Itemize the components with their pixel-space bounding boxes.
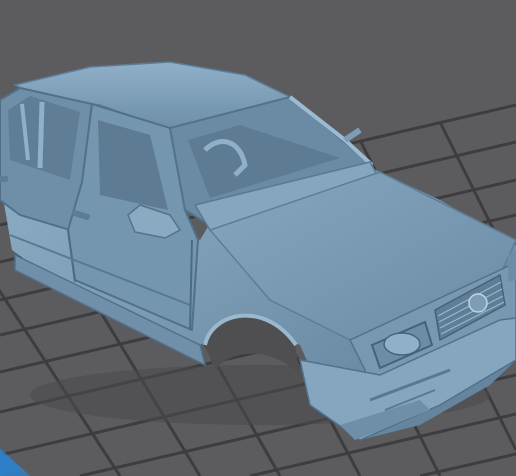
- viewport-canvas[interactable]: [0, 0, 516, 476]
- car-body-model[interactable]: [0, 61, 516, 441]
- vw-logo: [468, 293, 488, 313]
- 3d-model-viewport[interactable]: [0, 0, 516, 476]
